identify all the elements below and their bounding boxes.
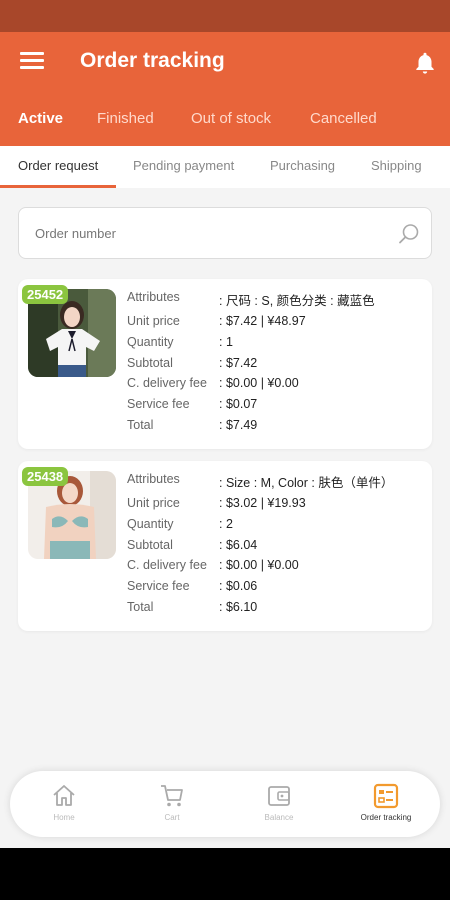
quantity-label: Quantity (127, 517, 174, 531)
tab-active[interactable]: Active (18, 110, 63, 127)
system-navigation-bar (0, 848, 450, 900)
unit-price-value: : $7.42 | ¥48.97 (219, 314, 306, 328)
delivery-fee-value: : $0.00 | ¥0.00 (219, 558, 299, 572)
delivery-fee-value: : $0.00 | ¥0.00 (219, 376, 299, 390)
bottom-nav: Home Cart Balance Order tracking (10, 771, 440, 837)
nav-cart-label: Cart (164, 813, 180, 822)
subtotal-value: : $7.42 (219, 356, 258, 370)
tab-cancelled[interactable]: Cancelled (310, 110, 377, 127)
quantity-value: : 1 (219, 335, 233, 349)
search-icon[interactable] (397, 222, 421, 246)
order-number-input[interactable] (35, 222, 375, 244)
total-label: Total (127, 600, 154, 614)
subtotal-label: Subtotal (127, 538, 173, 552)
subtotal-value: : $6.04 (219, 538, 258, 552)
tab-finished[interactable]: Finished (97, 110, 154, 127)
tab-out-of-stock[interactable]: Out of stock (191, 110, 271, 127)
quantity-value: : 2 (219, 517, 233, 531)
menu-icon[interactable] (20, 52, 44, 72)
attributes-label: Attributes (127, 472, 180, 486)
subtab-pending-payment[interactable]: Pending payment (133, 158, 234, 173)
service-fee-value: : $0.07 (219, 397, 258, 411)
status-tabs: Active Finished Out of stock Cancelled (0, 106, 450, 136)
order-card[interactable]: 25438 Attributes : Size : M, Color : 肤色（单… (18, 461, 432, 631)
service-fee-label: Service fee (127, 579, 190, 593)
nav-balance[interactable]: Balance (234, 783, 324, 831)
order-tracking-icon (373, 783, 399, 809)
total-value: : $6.10 (219, 600, 258, 614)
wallet-icon (268, 786, 290, 806)
nav-order-tracking[interactable]: Order tracking (341, 783, 431, 831)
subtab-purchasing[interactable]: Purchasing (270, 158, 335, 173)
unit-price-label: Unit price (127, 496, 180, 510)
service-fee-label: Service fee (127, 397, 190, 411)
unit-price-label: Unit price (127, 314, 180, 328)
cart-icon (161, 785, 183, 807)
sub-tabs: Order request Pending payment Purchasing… (0, 146, 450, 188)
subtab-shipping[interactable]: Shipping (371, 158, 422, 173)
nav-cart[interactable]: Cart (127, 783, 217, 831)
order-id-badge: 25438 (22, 467, 69, 486)
total-value: : $7.49 (219, 418, 258, 432)
app-header: Order tracking Active Finished Out of st… (0, 32, 450, 146)
nav-balance-label: Balance (264, 813, 294, 822)
unit-price-value: : $3.02 | ¥19.93 (219, 496, 306, 510)
search-box (18, 207, 432, 259)
nav-order-tracking-label: Order tracking (360, 813, 412, 822)
subtab-order-request[interactable]: Order request (18, 158, 98, 173)
order-id-badge: 25452 (22, 285, 69, 304)
delivery-fee-label: C. delivery fee (127, 558, 207, 572)
attributes-label: Attributes (127, 290, 180, 304)
home-icon (53, 785, 75, 806)
status-bar (0, 0, 450, 32)
service-fee-value: : $0.06 (219, 579, 258, 593)
order-card[interactable]: 25452 Attributes : 尺码 : S, 颜色分类 : 藏蓝色 Uni… (18, 279, 432, 449)
bell-icon[interactable] (412, 50, 438, 76)
total-label: Total (127, 418, 154, 432)
attributes-value: : 尺码 : S, 颜色分类 : 藏蓝色 (219, 294, 375, 308)
active-subtab-indicator (0, 185, 116, 188)
subtotal-label: Subtotal (127, 356, 173, 370)
nav-home-label: Home (53, 813, 75, 822)
page-title: Order tracking (80, 49, 225, 72)
delivery-fee-label: C. delivery fee (127, 376, 207, 390)
quantity-label: Quantity (127, 335, 174, 349)
attributes-value: : Size : M, Color : 肤色（单件） (219, 476, 394, 490)
nav-home[interactable]: Home (19, 783, 109, 831)
